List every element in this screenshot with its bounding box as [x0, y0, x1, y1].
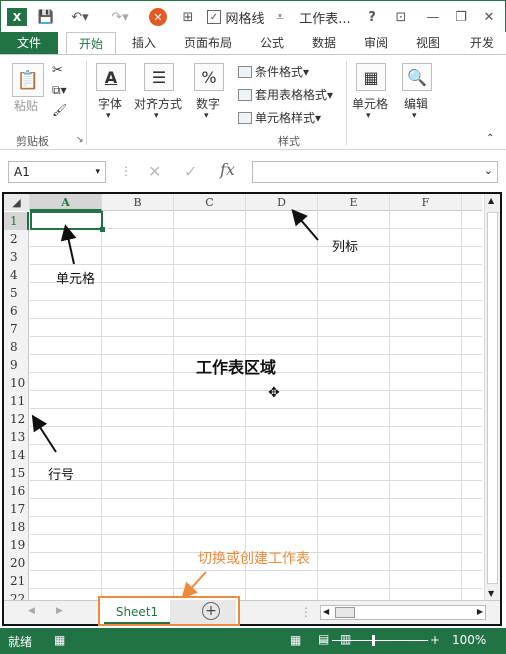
arrow-to-row-header: [31, 414, 57, 453]
prev-sheet-icon[interactable]: ◀: [28, 606, 35, 616]
status-mode: 就绪: [8, 635, 33, 649]
macro-record-icon[interactable]: ▦: [54, 633, 65, 647]
scroll-thumb[interactable]: [335, 607, 355, 618]
column-annotation: 列标: [332, 239, 359, 254]
sheet-tab-bar: ◀ ▶ ⋮ ◀ ▶: [4, 600, 500, 624]
status-bar: 就绪 ▦ ▦ ▤ ▥ − + 100%: [0, 628, 506, 654]
scroll-left-icon[interactable]: ◀: [323, 607, 329, 616]
page-break-view-icon[interactable]: ▥: [340, 632, 351, 646]
row-annotation: 行号: [48, 467, 75, 482]
cursor-cross-icon: ✥: [268, 384, 280, 400]
horizontal-scrollbar[interactable]: ◀ ▶: [320, 605, 486, 620]
add-sheet-icon[interactable]: +: [202, 602, 220, 620]
scroll-right-icon[interactable]: ▶: [477, 607, 483, 616]
zoom-level[interactable]: 100%: [452, 633, 486, 647]
sheet-annotation: 切换或创建工作表: [198, 550, 310, 566]
zoom-slider[interactable]: [332, 640, 428, 641]
zoom-out-icon[interactable]: −: [318, 634, 328, 648]
cell-annotation: 单元格: [56, 271, 96, 286]
arrow-to-sheet-tab: [181, 571, 207, 599]
sheet-tab-highlight: Sheet1 +: [98, 596, 240, 626]
arrow-to-column-header: [291, 208, 319, 241]
zoom-in-icon[interactable]: +: [430, 633, 440, 647]
next-sheet-icon[interactable]: ▶: [56, 606, 63, 616]
sheet-tab-sheet1[interactable]: Sheet1: [104, 600, 170, 624]
normal-view-icon[interactable]: ▦: [290, 633, 301, 647]
arrow-to-cell: [60, 224, 77, 265]
zoom-slider-thumb[interactable]: [372, 635, 375, 646]
splitter-icon[interactable]: ⋮: [300, 605, 312, 619]
worksheet-area-annotation: 工作表区域: [196, 360, 277, 377]
